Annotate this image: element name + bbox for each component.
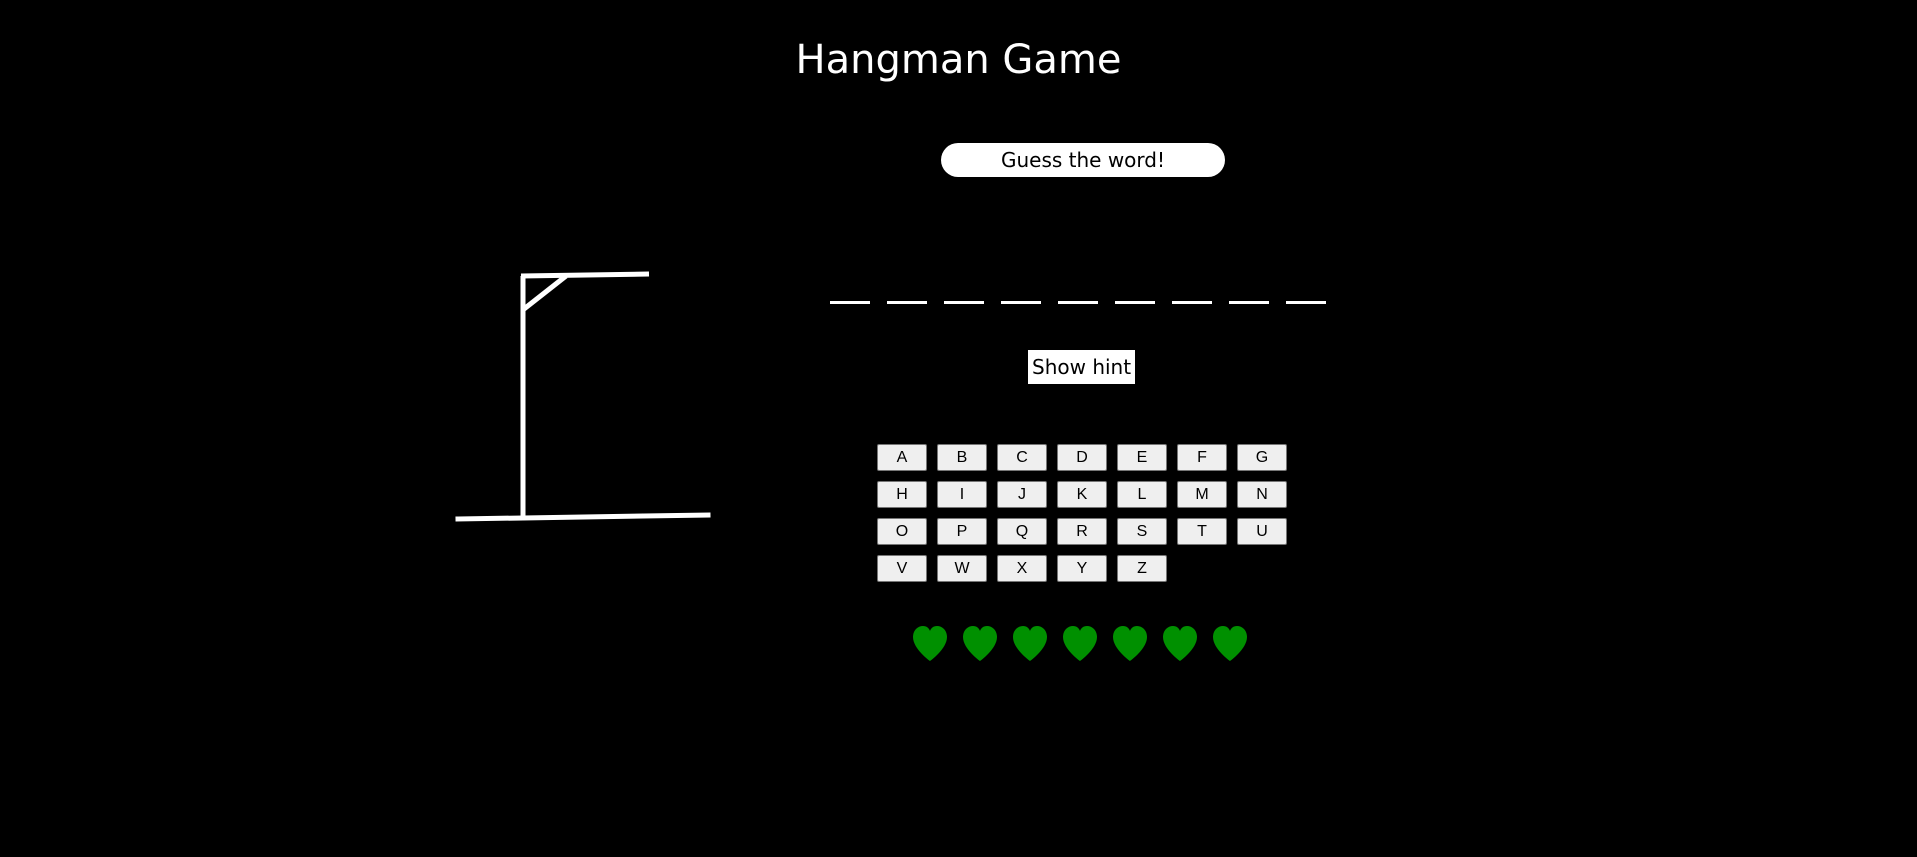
letter-key-v[interactable]: V xyxy=(877,555,927,582)
word-slot xyxy=(1286,301,1326,304)
letter-key-b[interactable]: B xyxy=(937,444,987,471)
lives-indicator xyxy=(910,624,1250,666)
word-slot xyxy=(830,301,870,304)
heart-icon xyxy=(1063,626,1097,661)
letter-key-s[interactable]: S xyxy=(1117,518,1167,545)
letter-key-y[interactable]: Y xyxy=(1057,555,1107,582)
word-slot xyxy=(1058,301,1098,304)
letter-key-t[interactable]: T xyxy=(1177,518,1227,545)
letter-key-l[interactable]: L xyxy=(1117,481,1167,508)
letter-key-z[interactable]: Z xyxy=(1117,555,1167,582)
letter-key-m[interactable]: M xyxy=(1177,481,1227,508)
heart-icon xyxy=(1113,626,1147,661)
gallows-beam xyxy=(520,271,650,279)
letter-key-f[interactable]: F xyxy=(1177,444,1227,471)
show-hint-button[interactable]: Show hint xyxy=(1028,350,1136,384)
letter-key-a[interactable]: A xyxy=(877,444,927,471)
word-slot xyxy=(944,301,984,304)
status-message: Guess the word! xyxy=(941,143,1225,177)
heart-icon xyxy=(1213,626,1247,661)
letter-key-p[interactable]: P xyxy=(937,518,987,545)
letter-key-k[interactable]: K xyxy=(1057,481,1107,508)
letter-key-h[interactable]: H xyxy=(877,481,927,508)
letter-key-j[interactable]: J xyxy=(997,481,1047,508)
word-slot xyxy=(1172,301,1212,304)
letter-key-i[interactable]: I xyxy=(937,481,987,508)
heart-icon xyxy=(963,626,997,661)
letter-key-g[interactable]: G xyxy=(1237,444,1287,471)
letter-keyboard: ABCDEFG HIJKLMN OPQRSTU VWXYZ xyxy=(877,444,1290,582)
word-slot xyxy=(1115,301,1155,304)
gallows-brace xyxy=(522,274,568,311)
word-slot xyxy=(1229,301,1269,304)
letter-key-d[interactable]: D xyxy=(1057,444,1107,471)
letter-key-w[interactable]: W xyxy=(937,555,987,582)
heart-icon xyxy=(1163,626,1197,661)
letter-key-o[interactable]: O xyxy=(877,518,927,545)
word-slot xyxy=(887,301,927,304)
word-slots xyxy=(830,298,1336,308)
letter-key-x[interactable]: X xyxy=(997,555,1047,582)
letter-key-n[interactable]: N xyxy=(1237,481,1287,508)
letter-key-u[interactable]: U xyxy=(1237,518,1287,545)
letter-key-q[interactable]: Q xyxy=(997,518,1047,545)
gallows-icon xyxy=(455,271,711,522)
heart-icon xyxy=(913,626,947,661)
word-slot xyxy=(1001,301,1041,304)
gallows-base xyxy=(455,512,711,522)
letter-key-r[interactable]: R xyxy=(1057,518,1107,545)
letter-key-c[interactable]: C xyxy=(997,444,1047,471)
letter-key-e[interactable]: E xyxy=(1117,444,1167,471)
page-title: Hangman Game xyxy=(795,37,1122,83)
heart-icon xyxy=(1013,626,1047,661)
